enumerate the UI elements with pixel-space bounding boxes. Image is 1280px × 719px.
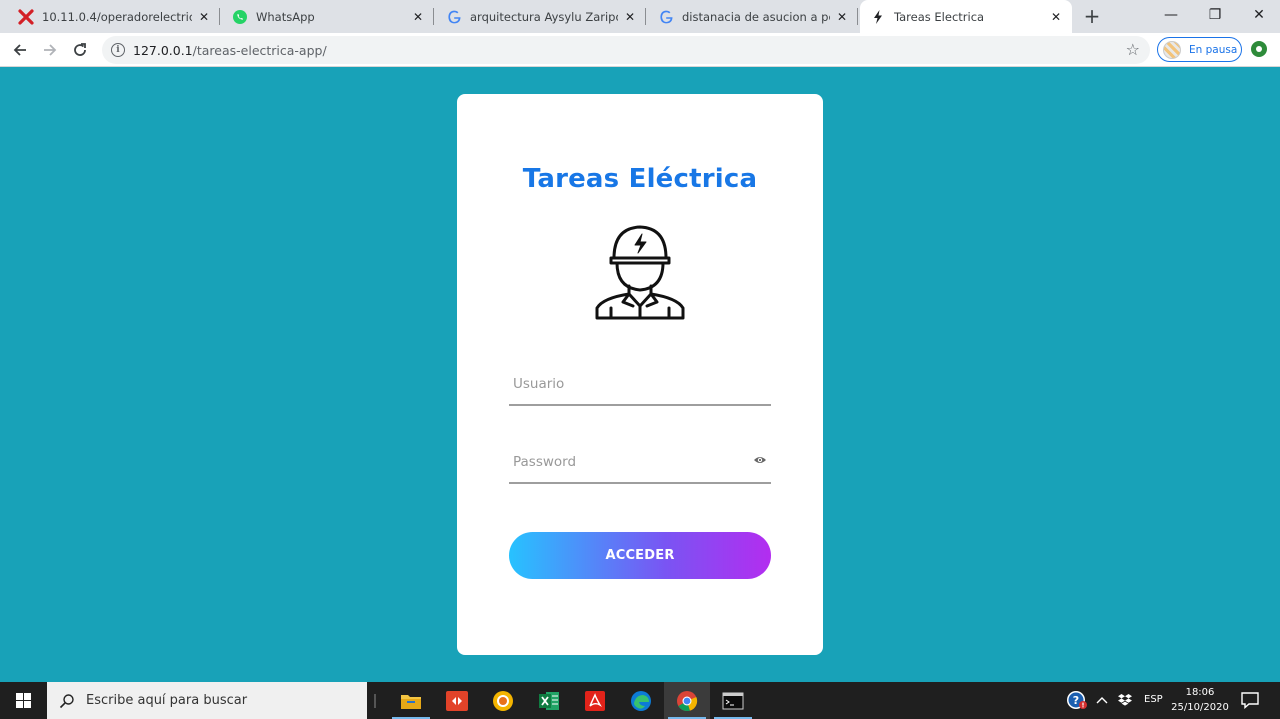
tab-close-icon[interactable]: ✕ [1048, 9, 1064, 25]
chrome-canary-app[interactable] [480, 682, 526, 719]
profile-button[interactable]: En pausa [1157, 37, 1242, 62]
edge-app[interactable] [618, 682, 664, 719]
red-x-favicon-icon [18, 8, 34, 25]
windows-taskbar: Escribe aquí para buscar ? ESP 18:06 25/… [0, 682, 1280, 719]
forward-arrow-icon [44, 44, 57, 56]
reload-icon [74, 43, 86, 56]
edge-icon [631, 690, 651, 711]
url-path: /tareas-electrica-app/ [192, 43, 327, 58]
google-favicon-icon [658, 9, 674, 25]
dropbox-icon[interactable] [1118, 691, 1132, 709]
start-button[interactable] [0, 682, 46, 719]
browser-toolbar: i 127.0.0.1/tareas-electrica-app/ ☆ En p… [0, 33, 1280, 67]
tab-close-icon[interactable]: ✕ [622, 9, 638, 25]
lightning-favicon-icon [870, 9, 886, 25]
password-input[interactable] [509, 442, 771, 482]
chrome-app[interactable] [664, 682, 710, 719]
tab-title: 10.11.0.4/operadorelectrico/lo [42, 9, 192, 24]
notification-center-icon[interactable] [1240, 691, 1260, 709]
username-input[interactable] [509, 364, 771, 404]
new-tab-button[interactable]: + [1081, 5, 1103, 27]
taskbar-search[interactable]: Escribe aquí para buscar [47, 682, 367, 719]
profile-status-label: En pausa [1189, 43, 1238, 56]
chrome-canary-icon [493, 690, 513, 711]
login-button[interactable]: ACCEDER [509, 532, 771, 579]
tab-whatsapp[interactable]: WhatsApp ✕ [222, 0, 434, 33]
chrome-icon [677, 690, 698, 711]
system-clock[interactable]: 18:06 25/10/2020 [1168, 685, 1232, 715]
excel-app[interactable] [526, 682, 572, 719]
minimize-button[interactable]: — [1148, 0, 1194, 30]
restore-button[interactable]: ❐ [1192, 0, 1238, 30]
terminal-app[interactable] [710, 682, 756, 719]
login-card: Tareas Eléctrica ACCEDER [457, 94, 823, 655]
git-icon [446, 690, 468, 711]
browser-tabstrip: 10.11.0.4/operadorelectrico/lo ✕ WhatsAp… [0, 0, 1280, 33]
tab-close-icon[interactable]: ✕ [834, 9, 850, 25]
page-title: Tareas Eléctrica [522, 164, 758, 194]
tab-title: arquitectura Aysylu Zaripova - [470, 9, 618, 24]
tab-close-icon[interactable]: ✕ [196, 9, 212, 25]
site-info-icon[interactable]: i [111, 43, 125, 57]
excel-icon [539, 691, 559, 710]
url-host: 127.0.0.1 [133, 43, 193, 58]
acrobat-reader-app[interactable] [572, 682, 618, 719]
taskbar-separator [374, 694, 376, 708]
language-indicator[interactable]: ESP [1144, 694, 1163, 705]
forward-button[interactable] [37, 37, 63, 63]
svg-text:?: ? [1073, 694, 1079, 707]
clock-date: 25/10/2020 [1171, 702, 1229, 713]
avatar [1163, 40, 1181, 59]
chevron-up-icon[interactable] [1096, 691, 1108, 709]
back-arrow-icon [13, 44, 26, 56]
tab-distanacia[interactable]: distanacia de asucion a pedro j ✕ [648, 0, 858, 33]
tab-operadorelectrico[interactable]: 10.11.0.4/operadorelectrico/lo ✕ [10, 0, 220, 33]
terminal-icon [722, 692, 744, 709]
help-tray-icon[interactable]: ? [1066, 691, 1088, 709]
tab-close-icon[interactable]: ✕ [410, 9, 426, 25]
windows-logo-icon [15, 693, 31, 708]
file-explorer-app[interactable] [388, 682, 434, 719]
url-text[interactable]: 127.0.0.1/tareas-electrica-app/ [133, 43, 327, 58]
show-password-eye-icon[interactable] [753, 455, 767, 465]
password-field[interactable] [509, 442, 771, 484]
search-placeholder: Escribe aquí para buscar [86, 693, 248, 708]
back-button[interactable] [7, 37, 33, 63]
extension-icon[interactable] [1251, 41, 1267, 57]
bookmark-star-icon[interactable]: ☆ [1126, 40, 1140, 59]
git-client-app[interactable] [434, 682, 480, 719]
tab-arquitectura[interactable]: arquitectura Aysylu Zaripova - ✕ [436, 0, 646, 33]
tab-title: Tareas Electrica [894, 9, 985, 24]
tab-title: WhatsApp [256, 9, 315, 24]
tab-tareas-electrica[interactable]: Tareas Electrica ✕ [860, 0, 1072, 33]
acrobat-icon [585, 690, 605, 711]
username-field[interactable] [509, 364, 771, 406]
search-icon [59, 693, 74, 708]
reload-button[interactable] [67, 37, 93, 63]
folder-icon [401, 694, 421, 709]
clock-time: 18:06 [1185, 687, 1215, 698]
google-favicon-icon [446, 9, 462, 25]
whatsapp-favicon-icon [232, 9, 248, 25]
address-bar[interactable]: i 127.0.0.1/tareas-electrica-app/ ☆ [102, 36, 1150, 64]
tab-title: distanacia de asucion a pedro j [682, 9, 830, 24]
electrician-worker-icon [595, 225, 685, 320]
close-window-button[interactable]: ✕ [1236, 0, 1280, 30]
